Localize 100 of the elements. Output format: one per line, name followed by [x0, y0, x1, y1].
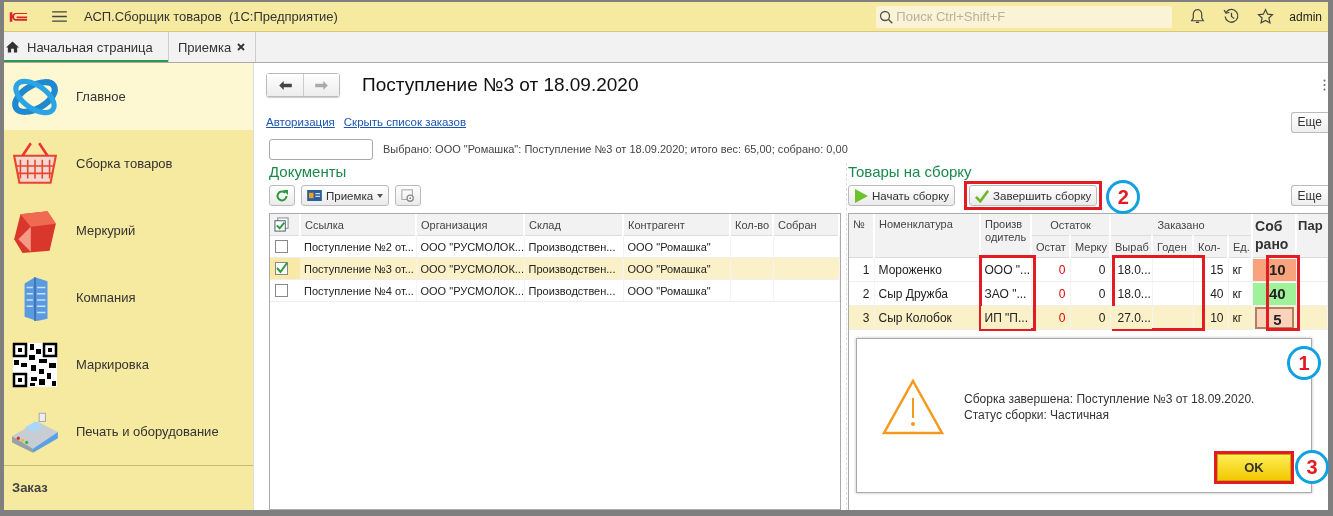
column-header[interactable]: Соб рано — [1252, 214, 1297, 258]
column-header[interactable]: Ссылка — [300, 214, 416, 236]
table-cell: Сыр Колобок — [878, 310, 952, 325]
table-cell: 0 — [1058, 286, 1066, 301]
table-cell: ООО "Ромашка" — [627, 284, 711, 297]
bell-icon[interactable] — [1189, 8, 1207, 25]
column-header[interactable]: Кол-во — [730, 214, 773, 236]
table-cell: Производствен... — [528, 284, 616, 297]
star-icon[interactable] — [1257, 8, 1275, 25]
table-cell: Мороженко — [878, 262, 942, 277]
column-header[interactable]: Пар — [1296, 214, 1328, 258]
table-cell: кг — [1232, 286, 1243, 301]
close-icon[interactable] — [237, 43, 246, 51]
column-header[interactable]: Контрагент — [623, 214, 730, 236]
qr-code-icon — [10, 340, 60, 389]
column-group-header: Остаток — [1031, 214, 1110, 236]
column-header[interactable]: Организация — [416, 214, 524, 236]
table-cell: ИП "П... — [984, 310, 1028, 325]
sidebar-item[interactable]: Сборка товаров — [4, 130, 253, 197]
back-button[interactable] — [267, 74, 303, 96]
table-cell: 27.0... — [1117, 310, 1151, 325]
column-group-header: Заказано — [1110, 214, 1253, 236]
table-cell: 40 — [1210, 286, 1224, 301]
table-cell: 10 — [1210, 310, 1224, 325]
refresh-button[interactable] — [269, 185, 295, 206]
sidebar-item[interactable]: Печать и оборудование — [4, 398, 253, 465]
ok-button[interactable]: OK — [1217, 454, 1291, 481]
table-cell: 15 — [1210, 262, 1224, 277]
dialog-message: Сборка завершена: Поступление №3 от 18.09.2020. — [964, 391, 1255, 407]
forward-arrow-icon — [315, 80, 328, 90]
table-cell: ООО "... — [984, 262, 1031, 277]
selection-summary: Выбрано: ООО "Ромашка": Поступление №3 от 18.09.2020; итого вес: 65,00; собрано: 0,00 — [383, 143, 848, 155]
check-icon — [975, 188, 990, 203]
input-field[interactable] — [269, 138, 373, 160]
warning-icon — [882, 379, 944, 435]
table-cell: ООО "РУСМОЛОК... — [420, 262, 523, 275]
table-cell: Поступление №4 от... — [304, 284, 414, 297]
column-header[interactable]: Склад — [524, 214, 623, 236]
table-cell: Производствен... — [528, 240, 616, 253]
table-cell: 0 — [1098, 310, 1106, 325]
checkbox[interactable] — [275, 262, 288, 275]
section-title: Товары на сборку — [848, 163, 973, 182]
sidebar-item[interactable]: Меркурий — [4, 197, 253, 264]
table-cell: 0 — [1058, 310, 1066, 325]
menu-icon[interactable] — [52, 11, 67, 22]
checkbox[interactable] — [275, 284, 288, 297]
table-cell: кг — [1232, 262, 1243, 277]
home-icon — [6, 41, 19, 53]
column-header[interactable]: Произв одитель — [980, 214, 1031, 258]
print-form-button[interactable]: Приемка — [301, 185, 390, 206]
table-cell: Производствен... — [528, 262, 616, 275]
history-icon[interactable] — [1223, 8, 1241, 25]
checkbox[interactable] — [275, 240, 288, 253]
sidebar-item[interactable]: Главное — [4, 63, 253, 130]
start-button[interactable]: Начать сборку — [848, 185, 956, 206]
table-cell: ООО "Ромашка" — [627, 262, 711, 275]
refresh-icon — [275, 188, 289, 203]
settings-icon — [401, 188, 416, 203]
table-cell: ЗАО "... — [984, 286, 1027, 301]
search-icon — [879, 9, 894, 24]
sidebar-item[interactable]: Компания — [4, 264, 253, 331]
settings-button[interactable] — [395, 185, 422, 206]
step-number: 3 — [1295, 450, 1329, 484]
app-title: АСП.Сборщик товаров (1С:Предприятие) — [84, 9, 338, 24]
table-cell: кг — [1232, 310, 1243, 325]
link[interactable]: Авторизация — [266, 116, 335, 128]
tab[interactable]: Приемка — [169, 32, 257, 62]
column-header[interactable]: Собран — [773, 214, 839, 236]
table-cell: 3 — [862, 310, 870, 325]
more-button[interactable]: Еще — [1290, 185, 1328, 206]
table-cell: 1 — [862, 262, 870, 277]
table-cell: 0 — [1058, 262, 1066, 277]
collected-cell[interactable]: 5 — [1254, 306, 1294, 329]
tab[interactable]: Начальная страница — [4, 32, 169, 62]
back-arrow-icon — [278, 80, 292, 90]
document-icon — [307, 190, 322, 201]
table-cell: ООО "РУСМОЛОК... — [420, 284, 523, 297]
table-cell: Поступление №3 от... — [304, 262, 414, 275]
column-header[interactable]: Номенклатура — [874, 214, 980, 258]
section-title: Документы — [269, 163, 348, 182]
table-cell: Поступление №2 от... — [304, 240, 414, 253]
link[interactable]: Скрыть список заказов — [343, 116, 467, 128]
step-number: 1 — [1287, 346, 1321, 380]
dialog-message: Статус сборки: Частичная — [964, 407, 1111, 423]
check-all-icon[interactable] — [274, 217, 289, 232]
table-cell: Сыр Дружба — [878, 286, 949, 301]
caret-icon — [377, 193, 384, 198]
table-cell: ООО "Ромашка" — [627, 240, 711, 253]
sidebar-section-label[interactable]: Заказ — [4, 465, 253, 510]
table-cell: 0 — [1098, 262, 1106, 277]
form-title: Поступление №3 от 18.09.2020 — [362, 74, 639, 96]
search-field[interactable]: Поиск Ctrl+Shift+F — [876, 5, 1173, 28]
column-header[interactable]: № — [849, 214, 874, 258]
finish-button[interactable]: Завершить сборку — [969, 185, 1098, 206]
table-cell: 0 — [1098, 286, 1106, 301]
user-name[interactable]: admin — [1289, 9, 1322, 24]
sidebar-item[interactable]: Маркировка — [4, 331, 253, 398]
more-options-icon[interactable] — [1323, 79, 1326, 91]
more-button[interactable]: Еще — [1290, 111, 1328, 133]
table-cell: 2 — [862, 286, 870, 301]
